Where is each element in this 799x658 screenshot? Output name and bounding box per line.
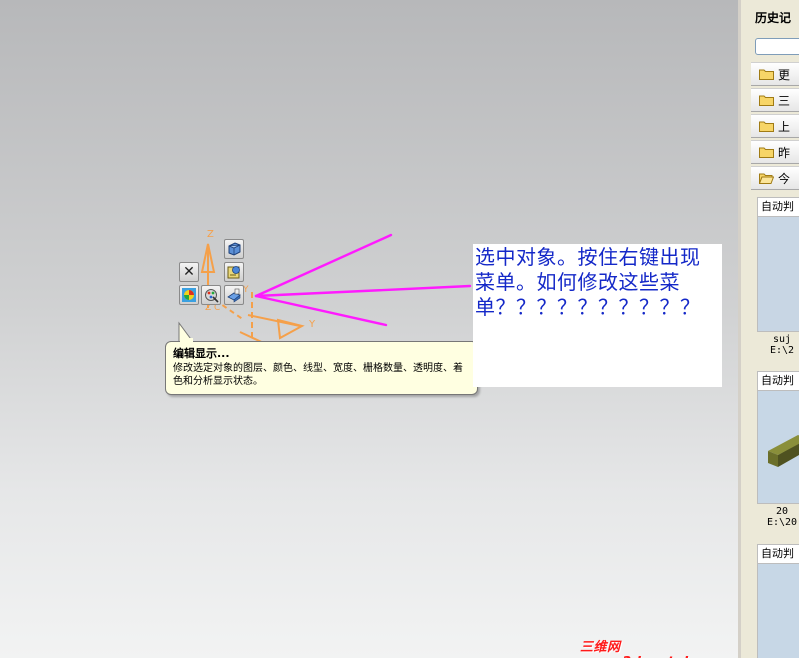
- history-palette: 历史记 更 三 上 昨 今 自动判 suj E:\2 自动判 20 E:\20 …: [738, 0, 799, 658]
- box-shade-icon: [227, 288, 241, 303]
- tooltip-tail-joint: [180, 338, 193, 343]
- part-model-icon: [768, 435, 799, 467]
- graphics-viewport[interactable]: Z Z C Y Y ✕ 编辑显示... 修改选定对象的图层、颜色、线型、宽度、栅…: [0, 0, 738, 658]
- color-wheel-button[interactable]: [179, 285, 199, 305]
- edit-display-tooltip: 编辑显示... 修改选定对象的图层、颜色、线型、宽度、栅格数量、透明度、着色和分…: [165, 341, 478, 395]
- history-palette-title: 历史记: [755, 11, 792, 25]
- thumbnail-header: 自动判: [758, 198, 799, 217]
- annotation-note: 选中对象。按住右键出现菜单。如何修改这些菜单？？？？？？？？？？: [473, 244, 722, 387]
- y-axis-label: Y: [308, 319, 316, 330]
- history-group-label: 昨: [778, 145, 791, 160]
- thumbnail-preview: [758, 217, 799, 331]
- history-search-input[interactable]: [755, 38, 799, 55]
- folder-icon: [759, 121, 774, 132]
- history-group-today[interactable]: 今: [751, 166, 799, 190]
- color-wheel-icon: [182, 288, 196, 302]
- edit-display-button[interactable]: [201, 285, 221, 305]
- history-thumbnail-3[interactable]: 自动判: [757, 544, 799, 658]
- pointer-line-top: [254, 233, 393, 298]
- folder-open-icon: [759, 173, 774, 184]
- annotation-pointer: [254, 233, 472, 327]
- thumbnail-path: E:\2: [769, 345, 795, 356]
- edit-display-icon: [205, 289, 219, 303]
- thumbnail-header: 自动判: [758, 372, 799, 391]
- history-group-older[interactable]: 更: [751, 62, 799, 86]
- folder-icon: [759, 69, 774, 80]
- history-group-label: 三: [778, 93, 791, 108]
- history-group-yesterday[interactable]: 昨: [751, 140, 799, 164]
- folder-icon: [759, 95, 774, 106]
- history-group-three[interactable]: 三: [751, 88, 799, 112]
- thumbnail-filename: 20: [775, 506, 789, 517]
- cube-view-icon: [228, 242, 241, 256]
- properties-icon: [227, 266, 240, 279]
- history-thumbnail-2[interactable]: 自动判: [757, 371, 799, 504]
- annotation-question-text: 选中对象。按住右键出现菜单。如何修改这些菜单？？？？？？？？？？: [475, 245, 701, 319]
- z-axis-label: Z: [207, 229, 214, 240]
- history-thumbnail-1[interactable]: 自动判: [757, 197, 799, 332]
- tooltip-description: 修改选定对象的图层、颜色、线型、宽度、栅格数量、透明度、着色和分析显示状态。: [173, 363, 463, 387]
- folder-icon: [759, 147, 774, 158]
- close-button[interactable]: ✕: [179, 262, 199, 282]
- history-group-label: 今: [778, 171, 791, 186]
- thumbnail-preview: [758, 391, 799, 503]
- box-shade-button[interactable]: [224, 285, 244, 305]
- thumbnail-preview: [758, 564, 799, 658]
- history-group-label: 更: [778, 67, 791, 82]
- thumbnail-header: 自动判: [758, 545, 799, 564]
- history-group-label: 上: [778, 119, 791, 134]
- properties-button[interactable]: [224, 262, 244, 282]
- cube-view-button[interactable]: [224, 239, 244, 259]
- site-watermark: 三维网www.3dportal.cn: [580, 640, 711, 658]
- history-group-last[interactable]: 上: [751, 114, 799, 138]
- close-icon: ✕: [183, 264, 195, 280]
- pointer-line-middle: [254, 284, 472, 298]
- thumbnail-filename: suj: [772, 334, 792, 345]
- tooltip-title: 编辑显示...: [173, 347, 230, 360]
- thumbnail-path: E:\20: [766, 517, 798, 528]
